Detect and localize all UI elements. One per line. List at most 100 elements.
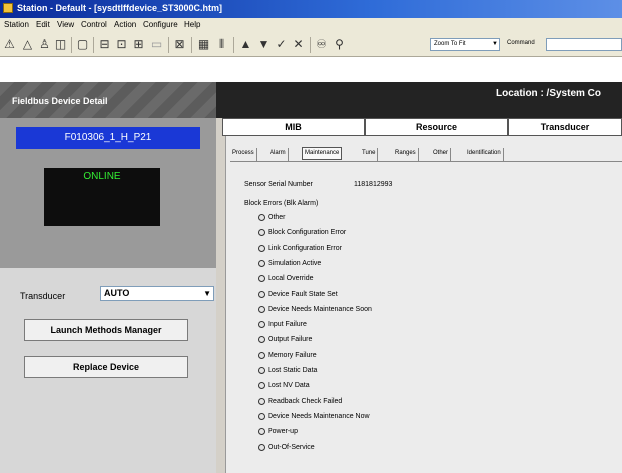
subtab-maintenance[interactable]: Maintenance [302,147,343,160]
display-menu-icon[interactable]: ⊞ [131,37,146,52]
block-error-item: Output Failure [258,336,312,343]
zoom-select[interactable]: Zoom To Fit ▼ [430,38,500,51]
status-indicator-icon [258,275,265,282]
block-errors-label: Block Errors (Blk Alarm) [244,200,319,207]
block-error-item: Simulation Active [258,260,321,267]
command-label: Command [507,40,535,46]
menu-station[interactable]: Station [4,20,29,29]
subtab-other[interactable]: Other [431,148,452,161]
status-indicator-icon [258,291,265,298]
menu-control[interactable]: Control [81,20,107,29]
block-error-label: Lost Static Data [268,367,318,374]
alarm-summary-icon[interactable]: ⚠ [2,37,17,52]
menu-bar: Station Edit View Control Action Configu… [0,18,622,33]
location-label: Location : /System Co [496,88,602,99]
mode-value: AUTO [104,288,130,298]
status-indicator-icon [258,214,265,221]
lower-icon[interactable]: ▼ [256,37,271,52]
block-error-label: Device Fault State Set [268,291,338,298]
gap [0,57,622,82]
operator-icon[interactable]: ♙ [37,37,52,52]
status-indicator-icon [258,413,265,420]
replace-device-button[interactable]: Replace Device [24,356,188,378]
bar-graph-icon[interactable]: ⦀ [214,37,229,52]
block-error-label: Power-up [268,428,298,435]
block-label: Transducer [20,291,66,301]
block-error-item: Device Needs Maintenance Now [258,413,370,420]
status-indicator-icon [258,352,265,359]
cancel-x-icon[interactable]: ✕ [291,37,306,52]
block-error-item: Other [258,214,286,221]
block-error-label: Local Override [268,275,314,282]
block-error-item: Memory Failure [258,352,317,359]
subtab-ranges[interactable]: Ranges [393,148,419,161]
display-forward-icon[interactable]: ⊡ [114,37,129,52]
device-status: ONLINE [83,171,121,182]
block-error-label: Lost NV Data [268,382,310,389]
block-error-item: Local Override [258,275,314,282]
chevron-down-icon: ▼ [492,41,498,47]
page-icon[interactable]: ▢ [75,37,90,52]
block-error-item: Lost NV Data [258,382,310,389]
menu-help[interactable]: Help [184,20,200,29]
chevron-down-icon: ▼ [203,289,211,298]
tab-resource[interactable]: Resource [365,118,508,136]
status-indicator-icon [258,398,265,405]
book-icon[interactable]: ◫ [53,37,68,52]
command-input[interactable] [546,38,622,51]
block-error-item: Lost Static Data [258,367,317,374]
status-indicator-icon [258,428,265,435]
tab-mib[interactable]: MIB [222,118,365,136]
block-error-item: Power-up [258,428,298,435]
menu-configure[interactable]: Configure [143,20,178,29]
magnifier-icon[interactable]: ⚲ [332,37,347,52]
block-error-label: Block Configuration Error [268,229,347,236]
subtab-identification[interactable]: Identification [465,148,504,161]
display-back-icon[interactable]: ⊟ [97,37,112,52]
block-error-label: Simulation Active [268,260,322,267]
window-title: Station - Default - [sysdtlffdevice_ST30… [17,3,223,13]
device-name: F010306_1_H_P21 [16,127,200,149]
block-error-label: Link Configuration Error [268,245,342,252]
block-error-label: Output Failure [268,336,313,343]
status-indicator-icon [258,444,265,451]
block-error-item: Device Fault State Set [258,291,338,298]
serial-number-value: 1181812993 [354,181,393,188]
block-error-item: Out-Of-Service [258,444,315,451]
block-error-item: Block Configuration Error [258,229,346,236]
subtab-tune[interactable]: Tune [360,148,379,161]
menu-view[interactable]: View [57,20,74,29]
subtab-alarm[interactable]: Alarm [268,148,289,161]
title-bar: Station - Default - [sysdtlffdevice_ST30… [0,0,622,18]
menu-edit[interactable]: Edit [36,20,50,29]
app-icon [3,3,13,13]
event-triangle-icon[interactable]: △ [20,37,35,52]
block-error-item: Readback Check Failed [258,398,342,405]
raise-icon[interactable]: ▲ [238,37,253,52]
block-error-item: Input Failure [258,321,307,328]
block-error-label: Out-Of-Service [268,444,315,451]
disabled-display-icon[interactable]: ▭ [149,37,164,52]
toolbar: ⚠ △ ♙ ◫ ▢ ⊟ ⊡ ⊞ ▭ ⊠ ▦ ⦀ ▲ ▼ ✓ ✕ ♾ ⚲ Zoom… [0,33,622,57]
menu-action[interactable]: Action [114,20,136,29]
faceplate-icon[interactable]: ♾ [314,37,329,52]
launch-methods-manager-button[interactable]: Launch Methods Manager [24,319,188,341]
divider [230,161,622,162]
block-error-label: Input Failure [268,321,307,328]
status-indicator-icon [258,260,265,267]
serial-number-label: Sensor Serial Number [244,181,313,188]
print-icon[interactable]: ⊠ [172,37,187,52]
block-error-label: Device Needs Maintenance Soon [268,306,372,313]
page-title: Fieldbus Device Detail [12,96,108,106]
accept-check-icon[interactable]: ✓ [274,37,289,52]
block-error-item: Device Needs Maintenance Soon [258,306,372,313]
mode-select[interactable]: AUTO ▼ [100,286,214,301]
status-indicator-icon [258,321,265,328]
block-error-label: Readback Check Failed [268,398,343,405]
subtab-process[interactable]: Process [230,148,257,161]
status-indicator-icon [258,306,265,313]
zoom-value: Zoom To Fit [434,41,466,47]
trend-icon[interactable]: ▦ [196,37,211,52]
block-error-label: Memory Failure [268,352,317,359]
tab-transducer[interactable]: Transducer [508,118,622,136]
